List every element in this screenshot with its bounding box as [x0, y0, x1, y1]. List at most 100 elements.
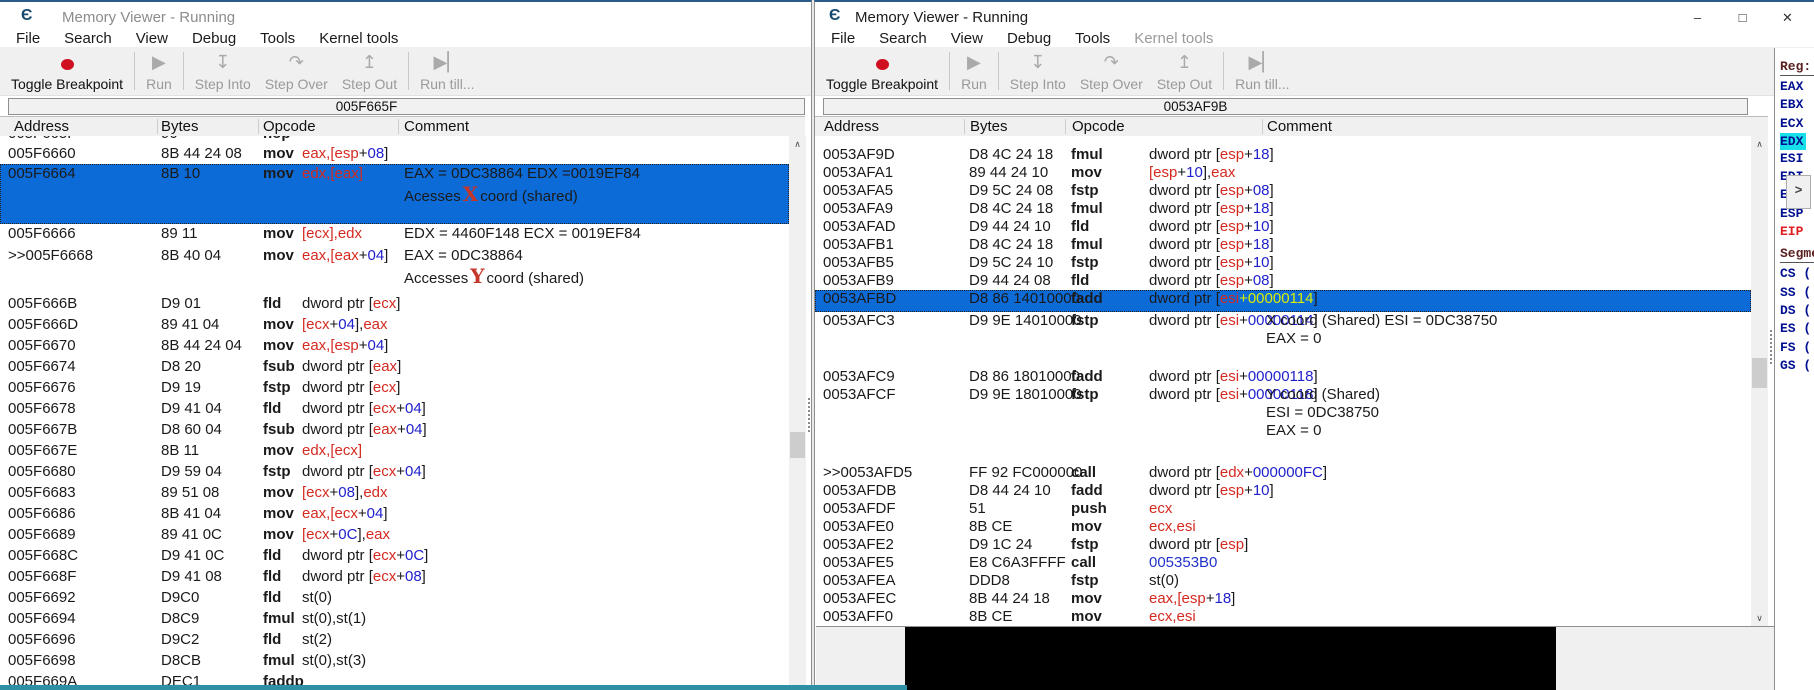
disasm-row[interactable]: 005F665F90nop	[0, 136, 789, 144]
column-header-comment[interactable]: Comment	[404, 118, 469, 135]
scroll-up-icon[interactable]: ∧	[789, 136, 806, 152]
address-bar[interactable]: 0053AF9B	[823, 98, 1748, 115]
disasm-row[interactable]: 0053AFC9D8 86 18010000fadddword ptr [esi…	[815, 368, 1751, 386]
scroll-down-icon[interactable]: ∨	[1751, 610, 1768, 626]
toolbar-toggle-breakpoint-button[interactable]: Toggle Breakpoint	[819, 47, 945, 95]
close-button[interactable]: ✕	[1765, 4, 1810, 32]
segment-register-cs[interactable]: CS (	[1780, 265, 1814, 283]
menu-item-tools[interactable]: Tools	[248, 30, 307, 47]
disasm-row[interactable]: 005F6696D9C2fldst(2)	[0, 630, 789, 651]
toolbar-run-till-button[interactable]: ▶▏Run till...	[1228, 47, 1296, 95]
register-edx[interactable]: EDX	[1780, 133, 1806, 150]
disasm-row[interactable]: 005F668989 41 0Cmov[ecx+0C],eax	[0, 525, 789, 546]
disasm-row[interactable]: 0053AF9DD8 4C 24 18fmuldword ptr [esp+18…	[815, 146, 1751, 164]
menu-item-search[interactable]: Search	[867, 30, 939, 47]
disasm-row[interactable]: 005F66608B 44 24 08moveax,[esp+08]	[0, 144, 789, 164]
disasm-row[interactable]: 0053AFADD9 44 24 10flddword ptr [esp+10]	[815, 218, 1751, 236]
disasm-row[interactable]: >>005F66688B 40 04moveax,[eax+04]EAX = 0…	[0, 246, 789, 294]
segment-register-ds[interactable]: DS (	[1780, 302, 1814, 320]
column-separator[interactable]	[398, 119, 399, 134]
disasm-row[interactable]: 005F667BD8 60 04fsubdword ptr [eax+04]	[0, 420, 789, 441]
vertical-scrollbar[interactable]: ∧ ∨	[1751, 136, 1768, 626]
menu-item-kernel-tools[interactable]: Kernel tools	[307, 30, 410, 47]
toolbar-step-over-button[interactable]: ↷Step Over	[258, 47, 335, 95]
disassembly-list[interactable]: 005F665F90nop005F66608B 44 24 08moveax,[…	[0, 136, 789, 690]
disasm-row[interactable]: 0053AFB5D9 5C 24 10fstpdword ptr [esp+10…	[815, 254, 1751, 272]
disasm-row[interactable]: 005F66708B 44 24 04moveax,[esp+04]	[0, 336, 789, 357]
column-separator[interactable]	[1262, 119, 1263, 134]
background-black-window[interactable]	[905, 627, 1556, 690]
toolbar-run-button[interactable]: ▶Run	[954, 47, 994, 95]
segment-register-ss[interactable]: SS (	[1780, 284, 1814, 302]
column-header-opcode[interactable]: Opcode	[1072, 118, 1125, 135]
disasm-row[interactable]: 0053AFB9D9 44 24 08flddword ptr [esp+08]	[815, 272, 1751, 290]
register-ebx[interactable]: EBX	[1780, 96, 1814, 114]
menu-item-view[interactable]: View	[124, 30, 180, 47]
disasm-row[interactable]: 005F668FD9 41 08flddword ptr [ecx+08]	[0, 567, 789, 588]
menu-item-file[interactable]: File	[0, 30, 52, 47]
disassembly-list[interactable]: 0053AF9DD8 4C 24 18fmuldword ptr [esp+18…	[815, 136, 1751, 626]
disasm-row[interactable]: 005F666D89 41 04mov[ecx+04],eax	[0, 315, 789, 336]
disasm-row[interactable]: 005F666689 11mov[ecx],edxEDX = 4460F148 …	[0, 224, 789, 246]
menu-item-kernel-tools[interactable]: Kernel tools	[1122, 30, 1225, 47]
menu-item-tools[interactable]: Tools	[1063, 30, 1122, 47]
scrollbar-thumb[interactable]	[1752, 358, 1767, 388]
disasm-row[interactable]: 0053AFDBD8 44 24 10fadddword ptr [esp+10…	[815, 482, 1751, 500]
expand-registers-button[interactable]: >	[1786, 175, 1811, 209]
disasm-row[interactable]: 005F668CD9 41 0Cflddword ptr [ecx+0C]	[0, 546, 789, 567]
menu-item-debug[interactable]: Debug	[995, 30, 1063, 47]
disasm-row[interactable]: 005F666BD9 01flddword ptr [ecx]	[0, 294, 789, 315]
scrollbar-thumb[interactable]	[790, 432, 805, 458]
column-separator[interactable]	[1065, 119, 1066, 134]
disasm-row[interactable]: 005F6674D8 20fsubdword ptr [eax]	[0, 357, 789, 378]
panel-splitter[interactable]	[808, 398, 810, 432]
register-esi[interactable]: ESI	[1780, 150, 1814, 168]
toolbar-run-till-button[interactable]: ▶▏Run till...	[413, 47, 481, 95]
toolbar-step-out-button[interactable]: ↥Step Out	[335, 47, 404, 95]
toolbar-step-into-button[interactable]: ↧Step Into	[1003, 47, 1073, 95]
disasm-row[interactable]: 0053AFEC8B 44 24 18moveax,[esp+18]	[815, 590, 1751, 608]
disasm-row[interactable]: 0053AFA5D9 5C 24 08fstpdword ptr [esp+08…	[815, 182, 1751, 200]
toolbar-toggle-breakpoint-button[interactable]: Toggle Breakpoint	[4, 47, 130, 95]
column-separator[interactable]	[258, 119, 259, 134]
column-header-opcode[interactable]: Opcode	[263, 118, 316, 135]
register-eip[interactable]: EIP	[1780, 223, 1814, 241]
column-separator[interactable]	[964, 119, 965, 134]
disasm-row[interactable]: 005F6676D9 19fstpdword ptr [ecx]	[0, 378, 789, 399]
disasm-row[interactable]: 005F6692D9C0fldst(0)	[0, 588, 789, 609]
disasm-row[interactable]: 005F66648B 10movedx,[eax]EAX = 0DC38864 …	[0, 164, 789, 224]
toolbar-step-over-button[interactable]: ↷Step Over	[1073, 47, 1150, 95]
disasm-row-clipped[interactable]	[815, 136, 1751, 146]
disasm-row[interactable]: 005F667E8B 11movedx,[ecx]	[0, 441, 789, 462]
segment-register-gs[interactable]: GS (	[1780, 357, 1814, 375]
disasm-row[interactable]: 0053AFCFD9 9E 18010000fstpdword ptr [esi…	[815, 386, 1751, 464]
disasm-row[interactable]: 0053AFBDD8 86 14010000fadddword ptr [esi…	[815, 290, 1751, 312]
toolbar-step-into-button[interactable]: ↧Step Into	[188, 47, 258, 95]
disasm-row[interactable]: 0053AFC3D9 9E 14010000fstpdword ptr [esi…	[815, 312, 1751, 368]
toolbar-step-out-button[interactable]: ↥Step Out	[1150, 47, 1219, 95]
disasm-row[interactable]: 005F6694D8C9fmulst(0),st(1)	[0, 609, 789, 630]
disasm-row[interactable]: 0053AFA189 44 24 10mov[esp+10],eax	[815, 164, 1751, 182]
menu-item-search[interactable]: Search	[52, 30, 124, 47]
disasm-row[interactable]: >>0053AFD5FF 92 FC000000calldword ptr [e…	[815, 464, 1751, 482]
segment-register-es[interactable]: ES (	[1780, 320, 1814, 338]
scroll-up-icon[interactable]: ∧	[1751, 136, 1768, 152]
register-eax[interactable]: EAX	[1780, 78, 1814, 96]
address-bar[interactable]: 005F665F	[8, 98, 805, 115]
menu-item-file[interactable]: File	[815, 30, 867, 47]
toolbar-run-button[interactable]: ▶Run	[139, 47, 179, 95]
vertical-scrollbar[interactable]: ∧	[789, 136, 806, 690]
disasm-row[interactable]: 0053AFF08B CEmovecx,esi	[815, 608, 1751, 626]
disasm-row[interactable]: 005F66868B 41 04moveax,[ecx+04]	[0, 504, 789, 525]
disasm-row[interactable]: 0053AFB1D8 4C 24 18fmuldword ptr [esp+18…	[815, 236, 1751, 254]
disasm-row[interactable]: 0053AFEADDD8fstpst(0)	[815, 572, 1751, 590]
register-ecx[interactable]: ECX	[1780, 115, 1814, 133]
column-header-address[interactable]: Address	[824, 118, 879, 135]
titlebar[interactable]: Є Memory Viewer - Running	[0, 4, 811, 30]
disasm-row[interactable]: 005F6698D8CBfmulst(0),st(3)	[0, 651, 789, 672]
column-header-comment[interactable]: Comment	[1267, 118, 1332, 135]
disasm-row[interactable]: 0053AFE08B CEmovecx,esi	[815, 518, 1751, 536]
disasm-row[interactable]: 0053AFA9D8 4C 24 18fmuldword ptr [esp+18…	[815, 200, 1751, 218]
disasm-row[interactable]: 0053AFE5E8 C6A3FFFFcall005353B0	[815, 554, 1751, 572]
disasm-row[interactable]: 0053AFDF51pushecx	[815, 500, 1751, 518]
